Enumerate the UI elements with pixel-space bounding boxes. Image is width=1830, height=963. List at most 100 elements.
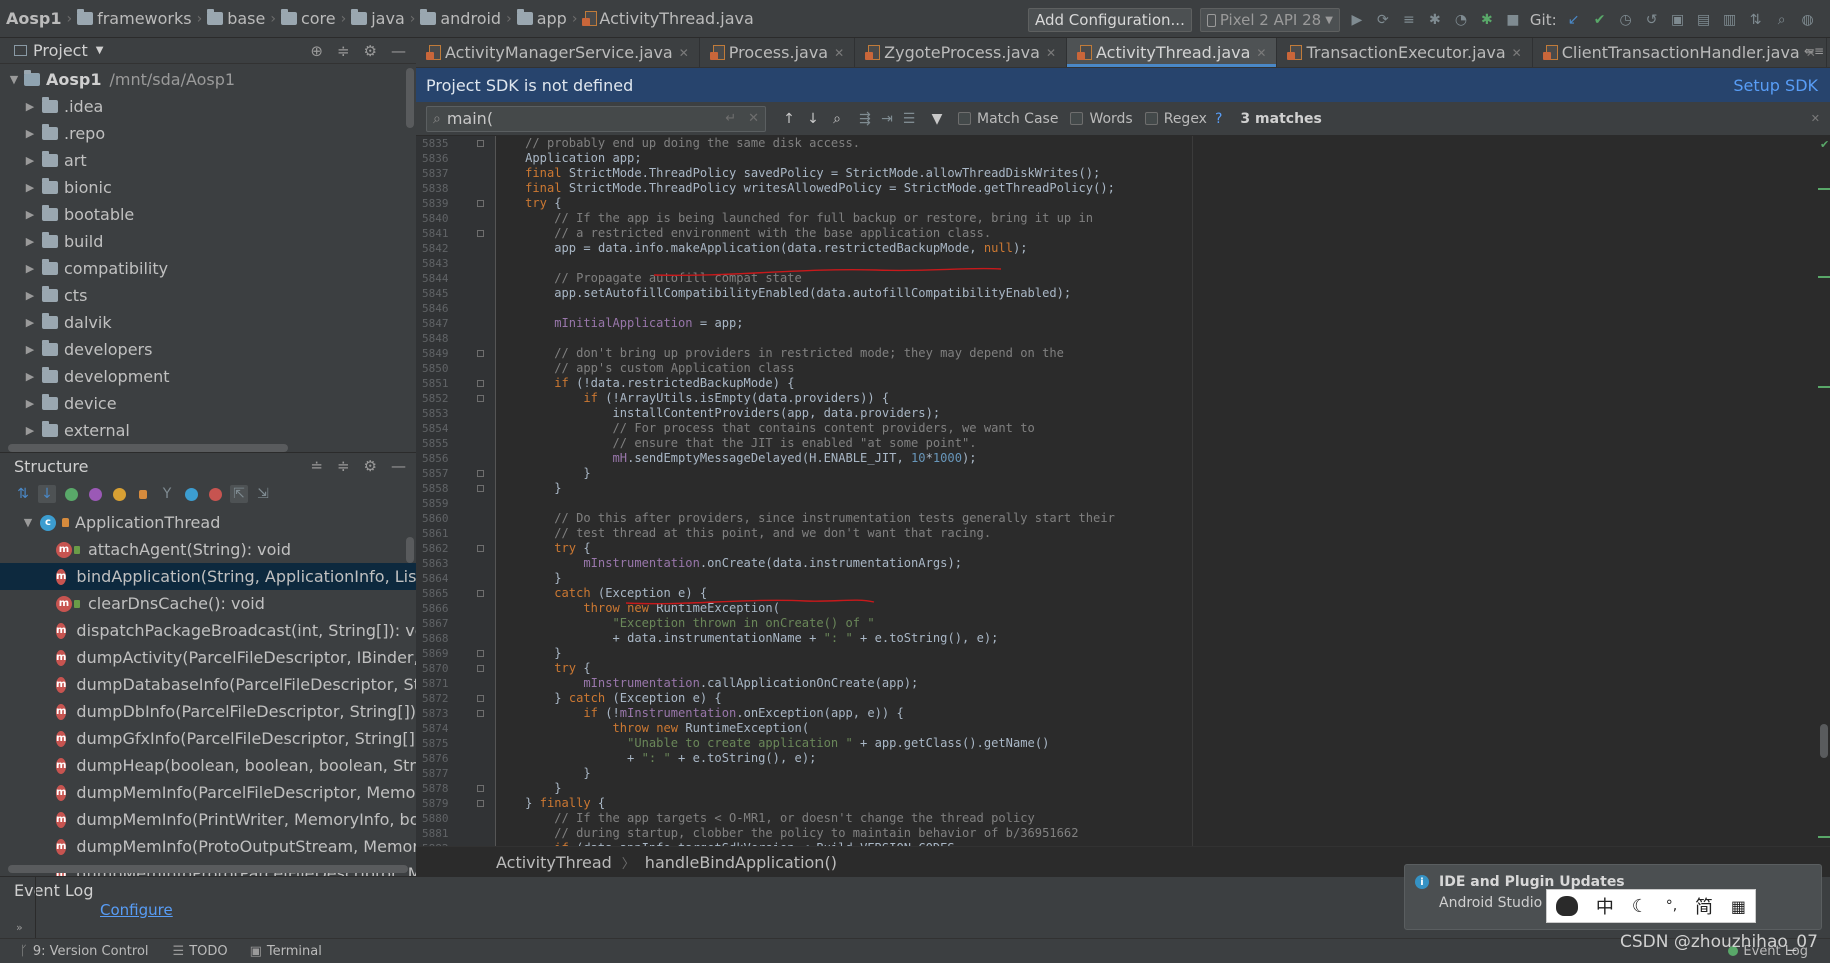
close-tab-icon[interactable]: ✕ <box>1256 46 1266 60</box>
search-input[interactable]: ⌕ main( ↵ ✕ <box>426 105 766 132</box>
fold-marker-icon[interactable] <box>477 485 484 492</box>
find-all-icon[interactable]: ⌕ <box>828 110 846 128</box>
ime-toolbar[interactable]: 中 ☾ °, 简 ▦ <box>1546 889 1756 923</box>
hide-icon[interactable]: — <box>391 457 406 475</box>
git-commit-icon[interactable]: ✔ <box>1591 11 1609 29</box>
fold-marker-icon[interactable] <box>477 785 484 792</box>
ime-logo-icon[interactable] <box>1555 896 1578 916</box>
structure-method-item[interactable]: m dumpHeap(boolean, boolean, boolean, Str… <box>0 752 416 779</box>
structure-method-item[interactable]: m dumpMemInfo(PrintWriter, MemoryInfo, bo… <box>0 806 416 833</box>
error-stripe[interactable]: ✔ <box>1818 136 1830 846</box>
todo-button[interactable]: ☰ TODO <box>173 944 228 959</box>
caret-right-icon[interactable]: ▶ <box>24 289 36 302</box>
sdk-manager-icon[interactable]: ▤ <box>1695 11 1713 29</box>
version-control-button[interactable]: ᚴ 9: Version Control <box>20 944 149 959</box>
punctuation-icon[interactable]: °, <box>1666 898 1677 914</box>
gear-icon[interactable]: ⚙ <box>364 42 377 60</box>
assistant-icon[interactable]: ◍ <box>1799 11 1817 29</box>
caret-right-icon[interactable]: ▶ <box>24 100 36 113</box>
close-tab-icon[interactable]: ✕ <box>834 46 844 60</box>
close-icon[interactable]: ✕ <box>1811 112 1820 125</box>
grid-menu-icon[interactable]: ▦ <box>1731 897 1746 916</box>
collapse-all-icon[interactable]: ≑ <box>337 457 350 475</box>
select-all-occurrences-icon[interactable]: ☰ <box>900 110 918 128</box>
change-marker[interactable] <box>1818 188 1830 190</box>
sort-alpha-icon[interactable]: ↓ <box>38 485 56 503</box>
caret-right-icon[interactable]: ▶ <box>24 397 36 410</box>
structure-method-item[interactable]: m dumpDbInfo(ParcelFileDescriptor, String… <box>0 698 416 725</box>
hide-icon[interactable]: — <box>391 42 406 60</box>
caret-right-icon[interactable]: ▶ <box>24 235 36 248</box>
simplified-label[interactable]: 简 <box>1695 893 1713 919</box>
autoscroll-to-source-icon[interactable]: ⇱ <box>230 485 248 503</box>
breadcrumb-class[interactable]: ActivityThread <box>496 853 612 872</box>
change-marker[interactable] <box>1818 836 1830 838</box>
history-icon[interactable]: ◷ <box>1617 11 1635 29</box>
structure-method-item[interactable]: m dumpMemInfo(ParcelFileDescriptor, Memor… <box>0 779 416 806</box>
caret-right-icon[interactable]: ▶ <box>24 127 36 140</box>
structure-method-item[interactable]: m dispatchPackageBroadcast(int, String[])… <box>0 617 416 644</box>
editor-tab[interactable]: ClientTransactionHandler.java ✕ <box>1533 38 1827 67</box>
caret-right-icon[interactable]: ▶ <box>24 370 36 383</box>
git-update-icon[interactable]: ↙ <box>1565 11 1583 29</box>
structure-class-row[interactable]: ▼ c ApplicationThread <box>0 509 416 536</box>
chinese-mode-label[interactable]: 中 <box>1596 893 1614 919</box>
fold-marker-icon[interactable] <box>477 695 484 702</box>
change-marker[interactable] <box>1818 386 1830 388</box>
caret-right-icon[interactable]: ▶ <box>24 316 36 329</box>
previous-occurrence-icon[interactable]: ↑ <box>780 110 798 128</box>
rerun-icon[interactable]: ⟳ <box>1374 11 1392 29</box>
horizontal-scrollbar[interactable] <box>8 865 408 873</box>
stop-icon[interactable]: ■ <box>1504 11 1522 29</box>
fold-marker-icon[interactable] <box>477 200 484 207</box>
terminal-button[interactable]: ▣ Terminal <box>250 944 322 959</box>
project-structure-icon[interactable]: ▣ <box>1669 11 1687 29</box>
match-case-option[interactable]: Match Case <box>958 111 1058 127</box>
tree-folder-item[interactable]: ▶ bootable <box>0 201 416 228</box>
expand-all-icon[interactable]: ≐ <box>310 457 323 475</box>
moon-icon[interactable]: ☾ <box>1632 896 1648 917</box>
caret-right-icon[interactable]: ▶ <box>24 181 36 194</box>
fold-marker-icon[interactable] <box>477 380 484 387</box>
show-properties-icon[interactable] <box>86 485 104 503</box>
line-number-gutter[interactable]: 5835 5836 5837 5838 5839 5840 5841 5842 5843 5844… <box>416 136 496 846</box>
apply-changes-icon[interactable]: ✱ <box>1478 11 1496 29</box>
caret-down-icon[interactable]: ▼ <box>8 73 20 86</box>
collapse-all-icon[interactable]: ≑ <box>337 42 350 60</box>
fold-marker-icon[interactable] <box>477 350 484 357</box>
structure-method-item[interactable]: m dumpMemInfo(ProtoOutputStream, MemoryI <box>0 833 416 860</box>
tree-folder-item[interactable]: ▶ developers <box>0 336 416 363</box>
close-tab-icon[interactable]: ✕ <box>1046 46 1056 60</box>
device-selector[interactable]: Pixel 2 API 28 ▼ <box>1199 8 1340 32</box>
caret-right-icon[interactable]: ▶ <box>24 154 36 167</box>
tree-folder-item[interactable]: ▶ bionic <box>0 174 416 201</box>
breadcrumb-item[interactable]: app <box>516 9 567 28</box>
caret-right-icon[interactable]: ▶ <box>24 262 36 275</box>
tree-folder-item[interactable]: ▶ dalvik <box>0 309 416 336</box>
structure-method-item[interactable]: m bindApplication(String, ApplicationInfo… <box>0 563 416 590</box>
tree-folder-item[interactable]: ▶ development <box>0 363 416 390</box>
rollback-icon[interactable]: ↺ <box>1643 11 1661 29</box>
match-case-checkbox[interactable] <box>958 112 971 125</box>
breadcrumb-item[interactable]: java <box>351 9 405 28</box>
search-icon[interactable]: ⌕ <box>1773 11 1791 29</box>
breadcrumb-method[interactable]: handleBindApplication() <box>645 853 837 872</box>
run-icon[interactable]: ▶ <box>1348 11 1366 29</box>
sync-icon[interactable]: ⇅ <box>1747 11 1765 29</box>
next-occurrence-icon[interactable]: ↓ <box>804 110 822 128</box>
locate-icon[interactable]: ⊕ <box>310 42 323 60</box>
fold-marker-icon[interactable] <box>477 395 484 402</box>
debug-icon[interactable]: ✱ <box>1426 11 1444 29</box>
show-fields-icon[interactable] <box>110 485 128 503</box>
change-marker[interactable] <box>1818 276 1830 278</box>
tree-folder-item[interactable]: ▶ compatibility <box>0 255 416 282</box>
show-tests-icon[interactable] <box>206 485 224 503</box>
editor-tab[interactable]: ActivityThread.java ✕ <box>1067 38 1278 67</box>
avd-manager-icon[interactable]: ▥ <box>1721 11 1739 29</box>
caret-right-icon[interactable]: ▶ <box>24 343 36 356</box>
fold-marker-icon[interactable] <box>477 665 484 672</box>
horizontal-scrollbar[interactable] <box>8 444 288 452</box>
setup-sdk-link[interactable]: Setup SDK <box>1733 76 1818 95</box>
vertical-scrollbar[interactable] <box>406 537 414 563</box>
breadcrumb-item[interactable]: frameworks <box>77 9 192 28</box>
